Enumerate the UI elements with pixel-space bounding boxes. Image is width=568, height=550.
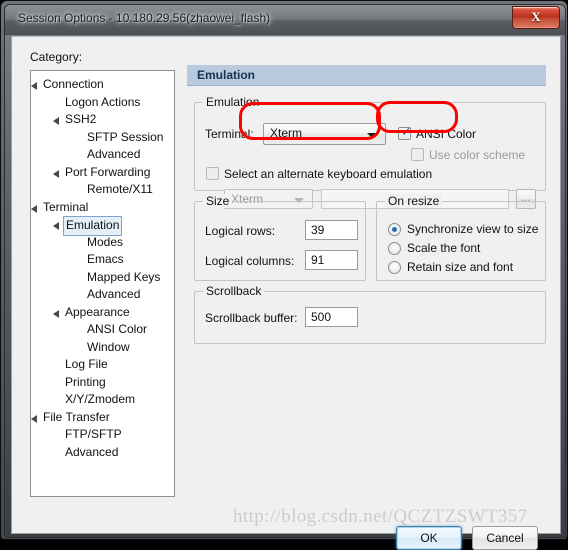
ansi-color-label: ANSI Color xyxy=(416,127,477,141)
sidebar-item-label: Port Forwarding xyxy=(65,164,151,179)
scrollback-group: Scrollback Scrollback buffer: xyxy=(194,284,546,344)
expander-arrow-icon[interactable] xyxy=(31,414,37,423)
sidebar-item-log-file[interactable]: Log File xyxy=(31,356,174,374)
sidebar-item-mapped-keys[interactable]: Mapped Keys xyxy=(31,269,174,287)
sidebar-item-window[interactable]: Window xyxy=(31,339,174,357)
sidebar-item-label: Modes xyxy=(87,234,124,249)
ansi-color-checkbox[interactable]: ✓ xyxy=(398,125,412,140)
logical-columns-input[interactable] xyxy=(305,250,358,270)
sidebar-item-port-forwarding[interactable]: Port Forwarding xyxy=(31,164,174,182)
cancel-button[interactable]: Cancel xyxy=(472,526,538,550)
watermark-text: http://blog.csdn.net/QCZTZSWT357 xyxy=(233,506,528,527)
scrollback-group-legend: Scrollback xyxy=(203,284,265,298)
expander-arrow-icon[interactable] xyxy=(53,222,59,230)
emulation-group: Emulation Terminal: Xterm ✓ ANSI Color U… xyxy=(194,95,546,209)
radio-synchronize-view-label: Synchronize view to size xyxy=(407,222,539,236)
size-group-legend: Size xyxy=(203,194,233,208)
radio-dot-icon xyxy=(392,227,397,232)
sidebar-item-label: Printing xyxy=(65,374,106,389)
sidebar-item-ftp-sftp[interactable]: FTP/SFTP xyxy=(31,426,174,444)
sidebar-item-modes[interactable]: Modes xyxy=(31,234,174,252)
ok-button[interactable]: OK xyxy=(396,526,462,550)
sidebar-item-label: Remote/X11 xyxy=(87,182,153,196)
radio-scale-font[interactable] xyxy=(388,242,401,255)
sidebar-item-advanced[interactable]: Advanced xyxy=(31,146,174,164)
dialog-client-area: Category: Connection Logon Actions SSH2 SFT… xyxy=(11,36,561,550)
session-options-window: Session Options - 10.180.29.56(zhaowei_f… xyxy=(0,0,568,550)
close-icon: X xyxy=(531,9,541,24)
radio-synchronize-view[interactable] xyxy=(388,223,401,236)
logical-rows-input[interactable] xyxy=(305,220,358,240)
sidebar-item-emulation[interactable]: Emulation xyxy=(31,216,174,236)
sidebar-item-appearance[interactable]: Appearance xyxy=(31,304,174,322)
logical-columns-label: Logical columns: xyxy=(205,254,295,268)
sidebar-item-sftp-session[interactable]: SFTP Session xyxy=(31,129,174,147)
sidebar-item-connection[interactable]: Connection xyxy=(31,76,174,94)
sidebar-item-label: Advanced xyxy=(65,444,119,459)
chevron-down-icon xyxy=(367,133,377,138)
sidebar-item-label: ANSI Color xyxy=(87,322,148,336)
sidebar-item-label: Mapped Keys xyxy=(87,269,161,284)
sidebar-item-label: SFTP Session xyxy=(87,129,164,144)
size-group: Size Logical rows: Logical columns: xyxy=(194,194,366,281)
sidebar-item-label: Advanced xyxy=(87,287,141,301)
sidebar-item-label: File Transfer xyxy=(43,409,110,424)
use-color-scheme-label: Use color scheme xyxy=(429,148,526,162)
sidebar-item-label: Log File xyxy=(65,357,108,371)
sidebar-item-label: Window xyxy=(87,339,130,354)
options-pane: Emulation Emulation Terminal: Xterm ✓ AN… xyxy=(187,65,546,550)
sidebar-item-logon-actions[interactable]: Logon Actions xyxy=(31,94,174,112)
pane-header: Emulation xyxy=(187,65,546,86)
radio-retain-size-font-label: Retain size and font xyxy=(407,260,514,274)
terminal-combo-value: Xterm xyxy=(270,126,303,140)
sidebar-item-ssh2[interactable]: SSH2 xyxy=(31,111,174,129)
alternate-keyboard-checkbox[interactable] xyxy=(206,167,219,180)
sidebar-item-label: Connection xyxy=(43,77,104,91)
terminal-combo[interactable]: Xterm xyxy=(263,123,386,145)
window-frame-inner: Session Options - 10.180.29.56(zhaowei_f… xyxy=(4,4,566,550)
expander-arrow-icon[interactable] xyxy=(31,204,37,213)
window-title: Session Options - 10.180.29.56(zhaowei_f… xyxy=(18,11,271,25)
category-tree[interactable]: Connection Logon Actions SSH2 SFTP Session A… xyxy=(30,70,175,497)
sidebar-item-label: Terminal xyxy=(43,199,89,214)
title-bar[interactable]: Session Options - 10.180.29.56(zhaowei_f… xyxy=(5,5,565,35)
sidebar-item-label: X/Y/Zmodem xyxy=(65,392,136,406)
sidebar-item-x-y-zmodem[interactable]: X/Y/Zmodem xyxy=(31,391,174,409)
emulation-group-legend: Emulation xyxy=(203,95,263,109)
sidebar-item-file-transfer[interactable]: File Transfer xyxy=(31,409,174,427)
sidebar-item-label: FTP/SFTP xyxy=(65,427,122,441)
sidebar-item-label: Advanced xyxy=(87,147,141,161)
sidebar-item-emacs[interactable]: Emacs xyxy=(31,251,174,269)
terminal-label: Terminal: xyxy=(205,127,254,141)
scrollback-buffer-label: Scrollback buffer: xyxy=(205,311,298,325)
sidebar-item-label: Emacs xyxy=(87,252,124,266)
radio-retain-size-font[interactable] xyxy=(388,261,401,274)
sidebar-item-remote-x11[interactable]: Remote/X11 xyxy=(31,181,174,199)
sidebar-item-printing[interactable]: Printing xyxy=(31,374,174,392)
sidebar-item-advanced[interactable]: Advanced xyxy=(31,444,174,462)
logical-rows-label: Logical rows: xyxy=(205,224,276,238)
use-color-scheme-checkbox[interactable] xyxy=(411,148,424,161)
check-icon: ✓ xyxy=(401,125,412,140)
close-button[interactable]: X xyxy=(512,6,560,29)
sidebar-item-label: SSH2 xyxy=(65,112,97,126)
alternate-keyboard-label: Select an alternate keyboard emulation xyxy=(224,167,433,181)
radio-scale-font-label: Scale the font xyxy=(407,241,481,255)
on-resize-group-legend: On resize xyxy=(385,194,443,208)
sidebar-item-ansi-color[interactable]: ANSI Color xyxy=(31,321,174,339)
sidebar-item-terminal[interactable]: Terminal xyxy=(31,199,174,217)
expander-arrow-icon[interactable] xyxy=(53,169,59,178)
sidebar-item-label: Appearance xyxy=(65,304,130,319)
on-resize-group: On resize Synchronize view to size Scale… xyxy=(376,194,546,281)
pane-title: Emulation xyxy=(197,68,256,82)
sidebar-item-advanced[interactable]: Advanced xyxy=(31,286,174,304)
category-label: Category: xyxy=(30,50,83,64)
sidebar-item-label: Logon Actions xyxy=(65,94,141,109)
expander-arrow-icon[interactable] xyxy=(31,82,37,90)
expander-arrow-icon[interactable] xyxy=(53,309,59,318)
expander-arrow-icon[interactable] xyxy=(53,117,59,125)
scrollback-buffer-input[interactable] xyxy=(305,307,358,327)
